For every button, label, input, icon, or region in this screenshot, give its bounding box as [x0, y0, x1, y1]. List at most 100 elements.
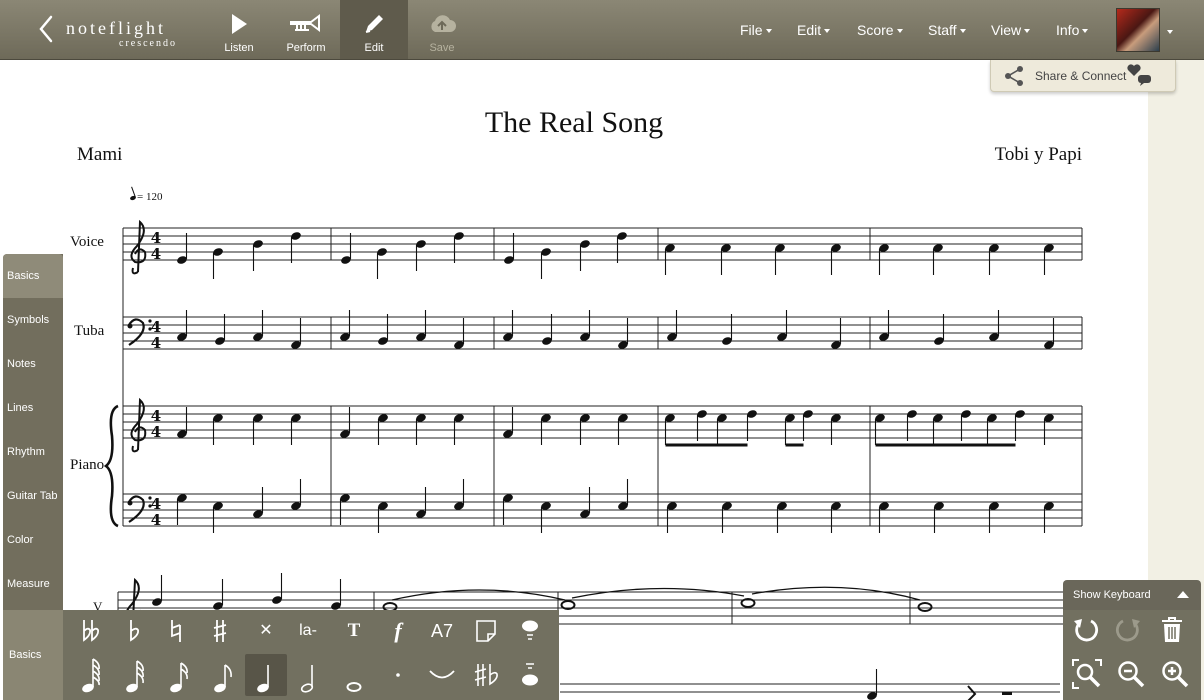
- whole-note-button[interactable]: [333, 654, 375, 696]
- edit-menu[interactable]: Edit: [797, 20, 831, 40]
- sixtyfourth-note-button[interactable]: [71, 654, 113, 696]
- trumpet-icon: [290, 14, 320, 32]
- noteflight-logo[interactable]: noteflight crescendo: [66, 18, 181, 50]
- tie-icon: [429, 670, 455, 679]
- whole-note[interactable]: [917, 602, 933, 612]
- time-sig-bottom[interactable]: 4: [151, 245, 161, 263]
- view-menu-label: View: [991, 22, 1022, 38]
- dot-button[interactable]: [377, 654, 419, 696]
- treble-clef[interactable]: [130, 219, 147, 275]
- play-icon: [232, 14, 247, 34]
- double-sharp-button[interactable]: ✕: [245, 610, 287, 652]
- time-sig-bottom[interactable]: 4: [151, 334, 161, 352]
- tab-color[interactable]: Color: [3, 518, 63, 562]
- zoom-fit-button[interactable]: [1067, 654, 1107, 694]
- view-menu[interactable]: View: [991, 20, 1031, 40]
- chevron-down-icon[interactable]: [1167, 30, 1173, 34]
- half-note-icon: [300, 665, 314, 693]
- staff-label-piano: Piano: [70, 457, 105, 473]
- enharmonic-button[interactable]: [465, 654, 507, 696]
- listen-label: Listen: [224, 42, 254, 54]
- eighth-note-button[interactable]: [203, 654, 245, 696]
- save-label: Save: [429, 42, 455, 54]
- half-note-button[interactable]: [289, 654, 331, 696]
- double-flat-icon: [83, 620, 100, 642]
- sharp-button[interactable]: [199, 610, 241, 652]
- zoom-in-button[interactable]: [1155, 654, 1195, 694]
- show-keyboard-button[interactable]: Show Keyboard: [1063, 580, 1201, 610]
- thirtysecond-note-icon: [126, 660, 144, 693]
- quarter-note-button[interactable]: [245, 654, 287, 696]
- chevron-down-icon: [1082, 29, 1089, 33]
- info-menu[interactable]: Info: [1056, 20, 1089, 40]
- user-avatar[interactable]: [1116, 8, 1160, 52]
- double-flat-button[interactable]: [71, 610, 113, 652]
- dot-icon: [396, 673, 400, 677]
- sixtyfourth-note-icon: [82, 658, 100, 693]
- tempo-value: = 120: [137, 191, 163, 203]
- tab-measure[interactable]: Measure: [3, 562, 63, 606]
- redo-button[interactable]: [1109, 610, 1149, 650]
- quarter-note-icon: [257, 665, 269, 693]
- score-lyricist[interactable]: Mami: [77, 144, 122, 166]
- text-icon: T: [347, 620, 361, 641]
- tab-basics[interactable]: Basics: [3, 254, 63, 298]
- flat-button[interactable]: [113, 610, 155, 652]
- quarter-rest[interactable]: [967, 685, 977, 700]
- tab-lines[interactable]: Lines: [3, 386, 63, 430]
- chevron-down-icon: [896, 29, 903, 33]
- score-composer[interactable]: Tobi y Papi: [995, 144, 1082, 166]
- dynamics-button[interactable]: f: [377, 610, 419, 652]
- save-button[interactable]: Save: [420, 0, 464, 59]
- zoom-fit-icon: [1072, 659, 1102, 689]
- score-title[interactable]: The Real Song: [0, 106, 1148, 140]
- time-sig-bottom[interactable]: 4: [151, 511, 161, 529]
- bass-clef-dot[interactable]: [127, 323, 133, 329]
- undo-button[interactable]: [1065, 610, 1105, 650]
- score-page[interactable]: 44444444 The Real Song Mami Tobi y Papi …: [0, 60, 1148, 700]
- perform-button[interactable]: Perform: [280, 0, 332, 59]
- share-connect-button[interactable]: Share & Connect: [990, 60, 1176, 92]
- bass-clef-dot[interactable]: [127, 500, 133, 506]
- tab-rhythm[interactable]: Rhythm: [3, 430, 63, 474]
- staff-menu[interactable]: Staff: [928, 20, 966, 40]
- info-menu-label: Info: [1056, 22, 1080, 38]
- eighth-note-icon: [214, 664, 232, 693]
- time-sig-bottom[interactable]: 4: [151, 423, 161, 441]
- score-notation[interactable]: 44444444: [0, 60, 1148, 700]
- lyric-button[interactable]: la-: [287, 610, 329, 652]
- tab-guitar-tab[interactable]: Guitar Tab: [3, 474, 63, 518]
- tempo-marking[interactable]: = 120: [129, 191, 163, 203]
- tab-notes[interactable]: Notes: [3, 342, 63, 386]
- note-comment-button[interactable]: [465, 610, 507, 652]
- edit-button[interactable]: Edit: [340, 0, 408, 59]
- natural-button[interactable]: [155, 610, 197, 652]
- text-button[interactable]: T: [333, 610, 375, 652]
- listen-button[interactable]: Listen: [214, 0, 264, 59]
- lyric-icon: la-: [299, 622, 317, 639]
- tie-button[interactable]: [421, 654, 463, 696]
- piano-brace[interactable]: [103, 404, 119, 528]
- chord-symbol-button[interactable]: A7: [421, 610, 463, 652]
- trash-icon: [1162, 617, 1182, 642]
- tie-curve[interactable]: [391, 589, 566, 601]
- zoom-out-button[interactable]: [1111, 654, 1151, 694]
- treble-clef[interactable]: [130, 397, 147, 453]
- thirtysecond-note-button[interactable]: [115, 654, 157, 696]
- top-toolbar: noteflight crescendo Listen Perform Edit…: [0, 0, 1204, 60]
- half-rest[interactable]: [1002, 692, 1012, 695]
- grace-note-icon: [522, 620, 538, 640]
- cloud-upload-icon: [431, 15, 456, 32]
- tie-curve[interactable]: [571, 587, 745, 599]
- note-input-button[interactable]: [509, 654, 551, 696]
- back-button[interactable]: [34, 12, 58, 46]
- sixteenth-note-button[interactable]: [159, 654, 201, 696]
- delete-button[interactable]: [1152, 610, 1192, 650]
- score-menu[interactable]: Score: [857, 20, 903, 40]
- dynamic-forte-icon: f: [394, 618, 402, 643]
- tie-curve[interactable]: [751, 586, 921, 601]
- tab-symbols[interactable]: Symbols: [3, 298, 63, 342]
- file-menu[interactable]: File: [740, 20, 772, 40]
- zoom-out-icon: [1118, 661, 1145, 688]
- grace-note-button[interactable]: [509, 610, 551, 652]
